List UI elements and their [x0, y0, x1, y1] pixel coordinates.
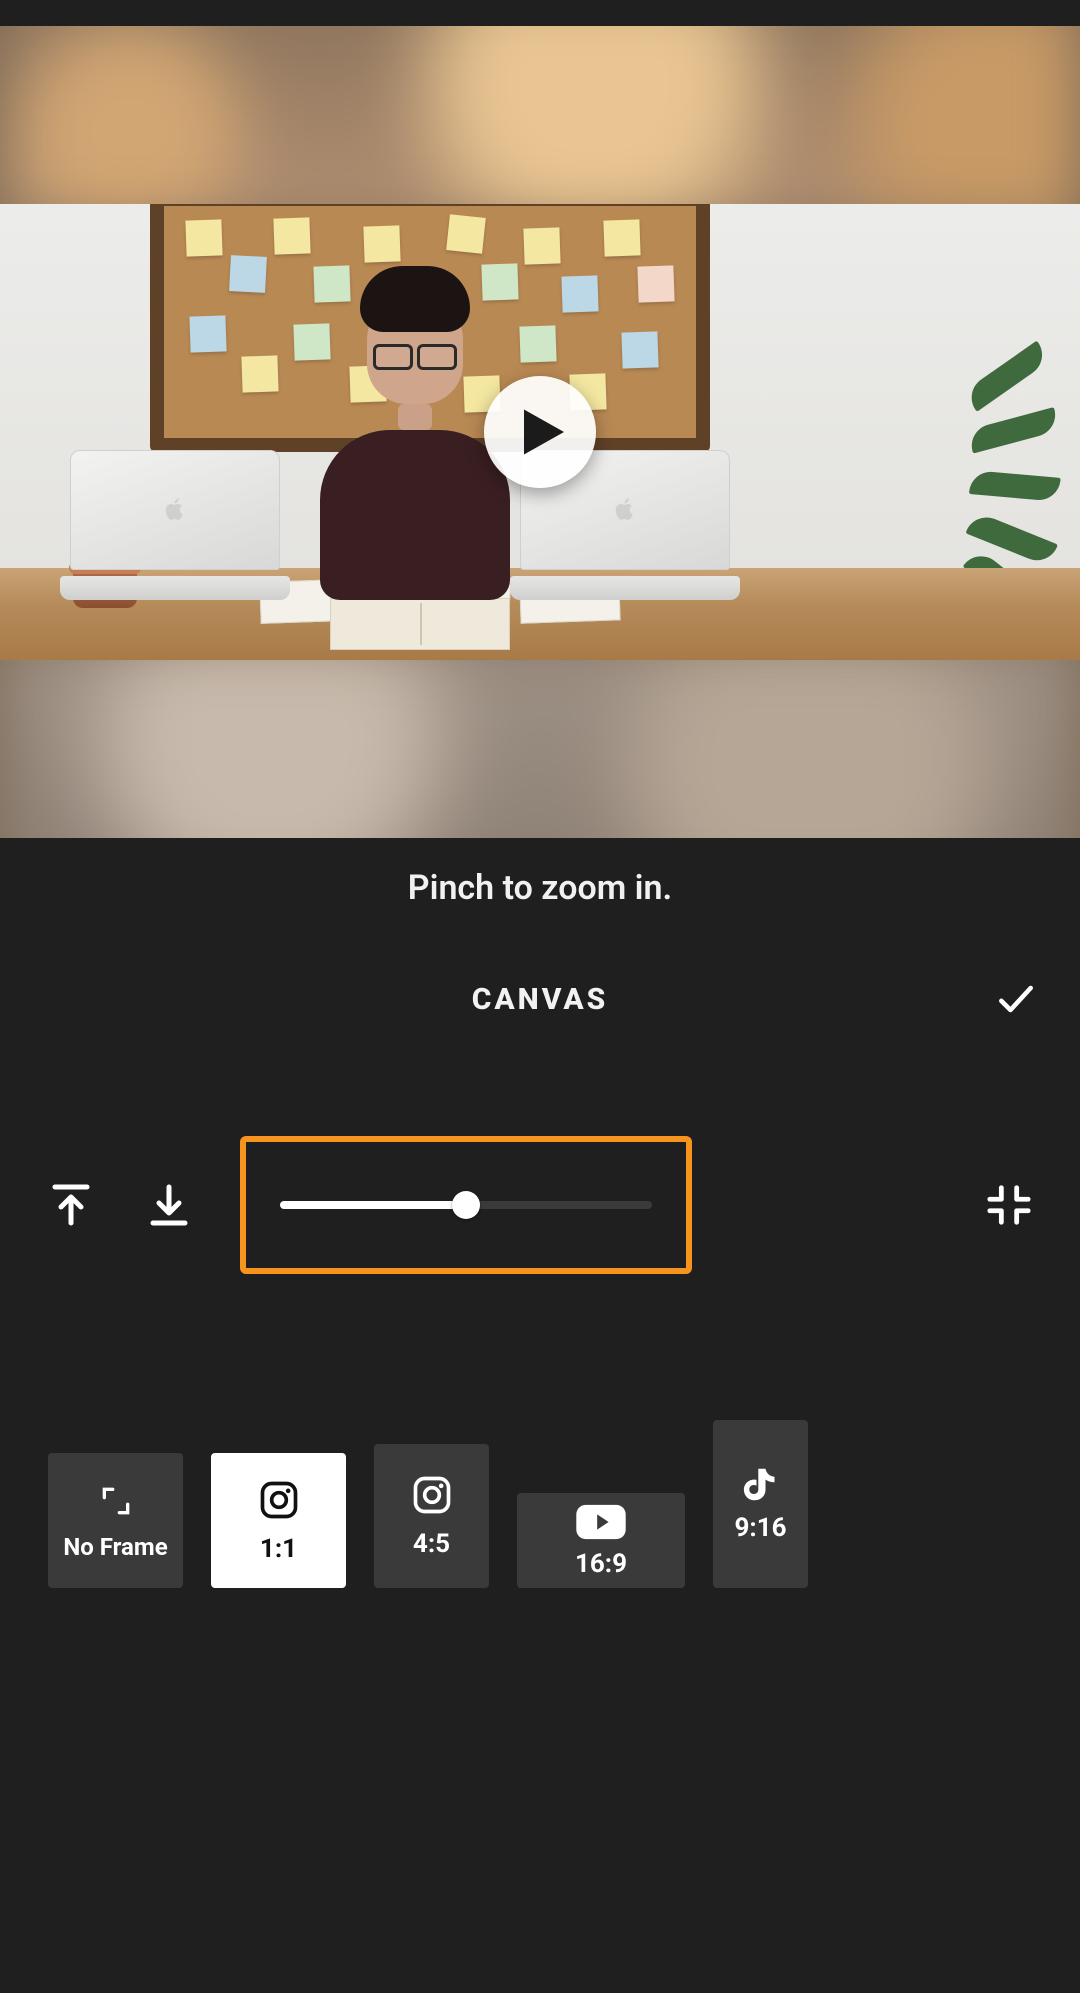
play-icon — [524, 409, 564, 455]
aspect-ratio-list[interactable]: No Frame 1:1 4:5 16:9 9:16 — [0, 1310, 1080, 1588]
youtube-icon — [574, 1503, 628, 1541]
ratio-label: No Frame — [63, 1533, 167, 1561]
instagram-icon — [257, 1478, 301, 1522]
ratio-1-1[interactable]: 1:1 — [211, 1453, 346, 1588]
blur-background-bottom — [0, 638, 1080, 838]
align-bottom-button[interactable] — [124, 1160, 214, 1250]
video-editor-canvas-screen: Pinch to zoom in. CANVAS — [0, 0, 1080, 1993]
ratio-label: 9:16 — [734, 1513, 786, 1543]
video-preview[interactable] — [0, 26, 1080, 838]
scene-notebook — [330, 598, 510, 650]
align-bottom-icon — [149, 1183, 189, 1227]
tiktok-icon — [743, 1465, 779, 1505]
confirm-button[interactable] — [988, 971, 1044, 1027]
align-top-button[interactable] — [26, 1160, 116, 1250]
expand-corners-icon — [96, 1481, 136, 1521]
pinch-hint-text: Pinch to zoom in. — [0, 838, 1080, 954]
fit-screen-button[interactable] — [964, 1160, 1054, 1250]
ratio-9-16[interactable]: 9:16 — [713, 1420, 808, 1588]
status-bar — [0, 0, 1080, 26]
ratio-4-5[interactable]: 4:5 — [374, 1444, 489, 1588]
ratio-label: 1:1 — [260, 1534, 297, 1564]
align-top-icon — [51, 1183, 91, 1227]
video-frame[interactable] — [0, 204, 1080, 660]
scene-laptop-left — [60, 450, 290, 600]
canvas-header: CANVAS — [0, 954, 1080, 1044]
slider-thumb[interactable] — [452, 1191, 480, 1219]
fit-screen-icon — [986, 1182, 1032, 1228]
checkmark-icon — [994, 977, 1038, 1021]
section-title: CANVAS — [472, 982, 609, 1017]
zoom-slider-container — [240, 1136, 692, 1274]
ratio-16-9[interactable]: 16:9 — [517, 1493, 685, 1588]
instagram-icon — [410, 1473, 454, 1517]
zoom-slider[interactable] — [280, 1201, 652, 1209]
zoom-slider-row — [0, 1100, 1080, 1310]
slider-fill — [280, 1201, 466, 1209]
blur-background-top — [0, 26, 1080, 226]
ratio-label: 4:5 — [413, 1529, 450, 1559]
play-button[interactable] — [484, 376, 596, 488]
ratio-label: 16:9 — [575, 1549, 627, 1579]
ratio-no-frame[interactable]: No Frame — [48, 1453, 183, 1588]
scene-plant — [960, 370, 1080, 590]
